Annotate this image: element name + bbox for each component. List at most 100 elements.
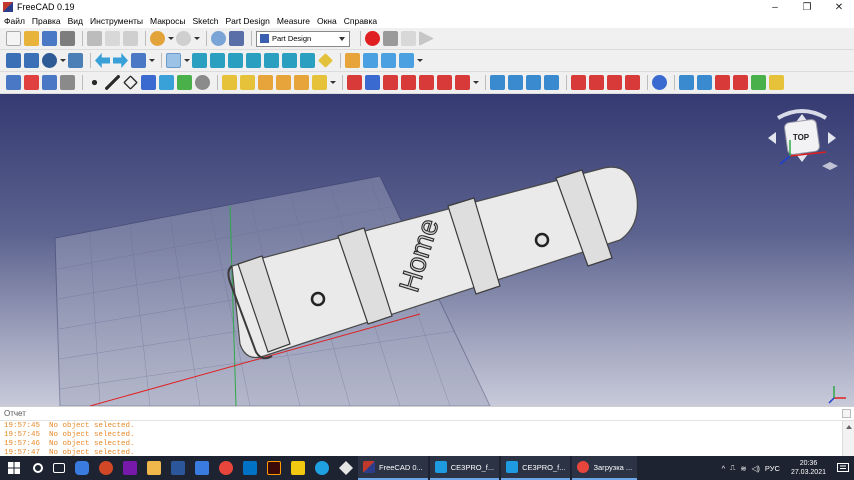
thickness-icon[interactable] (625, 75, 640, 90)
report-scrollbar[interactable] (842, 421, 854, 457)
measure-distance-icon[interactable] (318, 53, 333, 68)
chevron-up-icon[interactable]: ^ (722, 464, 726, 473)
stop-macro-icon[interactable] (383, 31, 398, 46)
outlook-icon[interactable] (243, 461, 257, 475)
task-view-icon[interactable] (53, 463, 65, 473)
illustrator-icon[interactable] (267, 461, 281, 475)
menu-view[interactable]: Вид (68, 16, 83, 26)
nav-right-arrow-icon[interactable] (828, 132, 836, 144)
start-button[interactable] (0, 456, 28, 480)
linear-pattern-icon[interactable] (508, 75, 523, 90)
chrome-icon[interactable] (219, 461, 233, 475)
undo-icon[interactable] (150, 31, 165, 46)
view-dropdown-icon[interactable] (184, 53, 190, 68)
task-freecad[interactable]: FreeCAD 0... (358, 456, 428, 480)
minimize-button[interactable]: – (760, 0, 790, 14)
nav-left-arrow-icon[interactable] (768, 132, 776, 144)
onenote-icon[interactable] (123, 461, 137, 475)
left-view-icon[interactable] (282, 53, 297, 68)
link-actions-icon[interactable] (399, 53, 414, 68)
boolean-icon[interactable] (652, 75, 667, 90)
open-folder-icon[interactable] (24, 31, 39, 46)
datum-line-icon[interactable] (105, 75, 120, 90)
subshape-binder-icon[interactable] (177, 75, 192, 90)
validate-sketch-icon[interactable] (42, 75, 57, 90)
stereo-dropdown-icon[interactable] (149, 53, 155, 68)
additive-loft-icon[interactable] (258, 75, 273, 90)
subtractive-helix-icon[interactable] (437, 75, 452, 90)
mirrored-icon[interactable] (490, 75, 505, 90)
notifications-icon[interactable] (832, 456, 854, 480)
powerpoint-icon[interactable] (99, 461, 113, 475)
subtractive-pipe-icon[interactable] (419, 75, 434, 90)
datum-plane-icon[interactable] (123, 75, 138, 90)
new-document-icon[interactable] (6, 31, 21, 46)
fillet-icon[interactable] (571, 75, 586, 90)
draw-style-icon[interactable] (42, 53, 57, 68)
miro-icon[interactable] (291, 461, 305, 475)
stereo-icon[interactable] (131, 53, 146, 68)
link-dropdown-icon[interactable] (417, 53, 423, 68)
shape-binder-icon[interactable] (159, 75, 174, 90)
additive-primitive-dropdown-icon[interactable] (330, 75, 336, 90)
task-downloads[interactable]: Загрузка ... (572, 456, 638, 480)
measure-angular-icon[interactable] (697, 75, 712, 90)
measure-clear-icon[interactable] (733, 75, 748, 90)
subtractive-loft-icon[interactable] (401, 75, 416, 90)
edge-icon[interactable] (315, 461, 329, 475)
menu-file[interactable]: Файл (4, 16, 25, 26)
measure-refresh-icon[interactable] (715, 75, 730, 90)
left-view-icon-2[interactable] (300, 53, 315, 68)
additive-primitive-icon[interactable] (312, 75, 327, 90)
save-icon[interactable] (42, 31, 57, 46)
polar-pattern-icon[interactable] (526, 75, 541, 90)
3d-viewport[interactable]: Home TOP (0, 94, 854, 406)
menu-macro[interactable]: Макросы (150, 16, 185, 26)
store-icon[interactable] (195, 461, 209, 475)
task-ce3pro-2[interactable]: CE3PRO_f... (501, 456, 571, 480)
fit-selection-icon[interactable] (24, 53, 39, 68)
fit-all-icon[interactable] (6, 53, 21, 68)
macros-icon[interactable] (401, 31, 416, 46)
bounding-box-icon[interactable] (68, 53, 83, 68)
whats-this-icon[interactable] (229, 31, 244, 46)
draw-style-dropdown-icon[interactable] (60, 53, 66, 68)
network-icon[interactable]: ⎍ (730, 463, 735, 473)
chamfer-icon[interactable] (589, 75, 604, 90)
clock[interactable]: 20:36 27.03.2021 (791, 459, 826, 477)
redo-icon[interactable] (176, 31, 191, 46)
menu-windows[interactable]: Окна (317, 16, 337, 26)
additive-helix-icon[interactable] (294, 75, 309, 90)
group-icon[interactable] (363, 53, 378, 68)
maximize-button[interactable]: ❐ (792, 0, 822, 14)
navigation-cube[interactable]: TOP (768, 109, 838, 170)
execute-macro-icon[interactable] (419, 31, 434, 46)
paste-icon[interactable] (123, 31, 138, 46)
menu-edit[interactable]: Правка (32, 16, 61, 26)
additive-pipe-icon[interactable] (276, 75, 291, 90)
subtractive-primitive-icon[interactable] (455, 75, 470, 90)
record-macro-icon[interactable] (365, 31, 380, 46)
create-body-icon[interactable] (6, 75, 21, 90)
search-icon[interactable] (33, 463, 43, 473)
link-icon[interactable] (381, 53, 396, 68)
draft-icon[interactable] (607, 75, 622, 90)
top-view-icon[interactable] (210, 53, 225, 68)
menu-measure[interactable]: Measure (277, 16, 310, 26)
menu-part-design[interactable]: Part Design (225, 16, 269, 26)
local-coordinate-system-icon[interactable] (141, 75, 156, 90)
measure-toggle-icon[interactable] (751, 75, 766, 90)
refresh-icon[interactable] (211, 31, 226, 46)
subtractive-primitive-dropdown-icon[interactable] (473, 75, 479, 90)
cut-icon[interactable] (87, 31, 102, 46)
measure-linear-icon[interactable] (679, 75, 694, 90)
undo-dropdown-icon[interactable] (168, 31, 174, 46)
file-explorer-icon[interactable] (147, 461, 161, 475)
word-icon[interactable] (171, 461, 185, 475)
attach-sketch-icon[interactable] (60, 75, 75, 90)
redo-dropdown-icon[interactable] (194, 31, 200, 46)
isometric-view-icon[interactable] (166, 53, 181, 68)
language-indicator[interactable]: РУС (765, 464, 780, 473)
right-view-icon[interactable] (228, 53, 243, 68)
workbench-selector[interactable]: Part Design (256, 30, 350, 47)
